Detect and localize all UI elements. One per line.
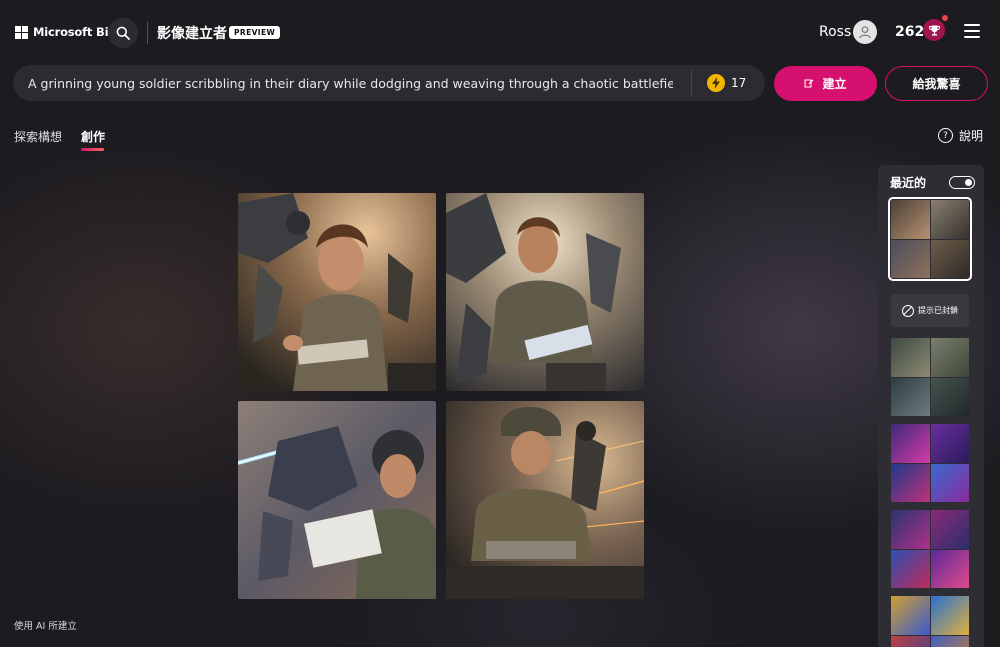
boost-count: 17 xyxy=(731,76,747,90)
recent-thumbnail[interactable] xyxy=(891,510,969,588)
blocked-prompt-card[interactable]: 提示已封鎖 xyxy=(891,294,969,327)
toggle-icon xyxy=(965,179,972,186)
recent-thumbnail[interactable] xyxy=(891,424,969,502)
recent-thumbnail[interactable] xyxy=(891,596,969,647)
help-label: 說明 xyxy=(959,129,984,143)
search-button[interactable] xyxy=(108,18,138,48)
recent-thumbnail[interactable] xyxy=(891,338,969,416)
prompt-input[interactable] xyxy=(28,65,673,101)
generated-image-4[interactable] xyxy=(446,401,644,599)
recent-panel: 最近的 提示已封鎖 xyxy=(878,165,984,647)
generated-image-2[interactable] xyxy=(446,193,644,391)
notification-dot xyxy=(942,15,948,21)
create-button-label: 建立 xyxy=(822,77,847,91)
help-link[interactable]: ? 說明 xyxy=(938,127,983,144)
help-icon: ? xyxy=(938,128,953,143)
windows-logo-icon xyxy=(15,25,28,39)
recent-title: 最近的 xyxy=(890,176,927,190)
rewards-button[interactable] xyxy=(923,19,945,41)
recent-toggle[interactable] xyxy=(949,176,975,189)
menu-button[interactable] xyxy=(964,24,980,38)
generated-image-3[interactable] xyxy=(238,401,436,599)
blocked-label: 提示已封鎖 xyxy=(918,306,958,315)
active-tab-indicator xyxy=(81,148,104,151)
create-button[interactable]: 建立 xyxy=(774,66,877,101)
header-divider xyxy=(147,22,148,44)
generated-image-1[interactable] xyxy=(238,193,436,391)
search-icon xyxy=(116,26,130,40)
avatar[interactable] xyxy=(853,20,877,44)
prompt-divider xyxy=(691,69,692,97)
bolt-icon xyxy=(707,74,725,92)
recent-thumbnail-current[interactable] xyxy=(888,197,972,281)
preview-badge: PREVIEW xyxy=(229,26,281,39)
prompt-bar: 17 xyxy=(13,65,765,101)
surprise-button-label: 給我驚喜 xyxy=(912,77,961,91)
tab-create[interactable]: 創作 xyxy=(81,128,105,145)
app-title[interactable]: 影像建立者 xyxy=(157,23,227,43)
user-avatar-icon xyxy=(859,26,871,39)
surprise-me-button[interactable]: 給我驚喜 xyxy=(885,66,988,101)
boost-counter[interactable]: 17 xyxy=(707,74,746,92)
user-name[interactable]: Ross xyxy=(819,24,851,40)
header: Microsoft Bing 影像建立者 PREVIEW Ross 262 xyxy=(0,0,1000,64)
rewards-points[interactable]: 262 xyxy=(895,24,924,40)
ai-created-note: 使用 AI 所建立 xyxy=(14,621,77,632)
create-icon xyxy=(804,79,814,87)
tab-explore[interactable]: 探索構想 xyxy=(14,128,62,145)
blocked-icon xyxy=(902,304,914,317)
trophy-icon xyxy=(928,25,940,36)
